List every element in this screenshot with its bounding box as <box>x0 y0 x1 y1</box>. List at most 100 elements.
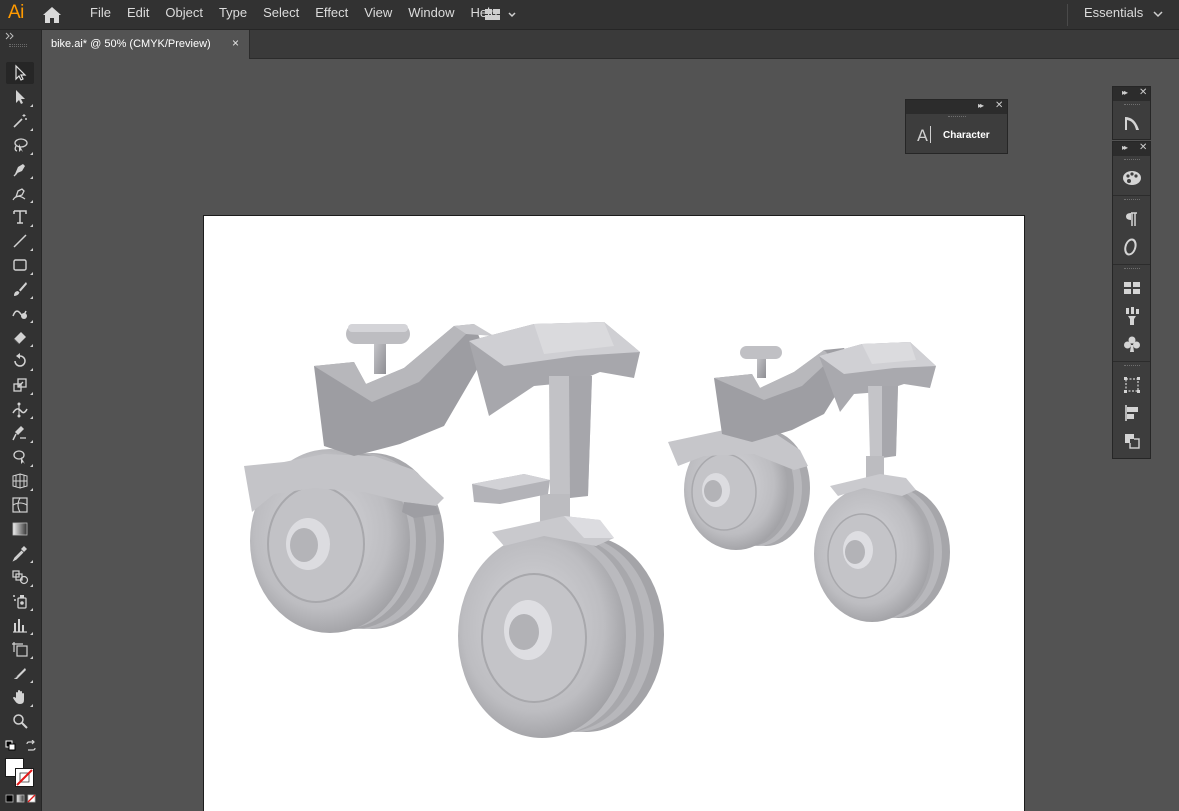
hand-tool[interactable] <box>6 686 34 708</box>
dock-grip[interactable] <box>1124 268 1140 270</box>
swatches-button[interactable] <box>1122 278 1142 298</box>
swap-colors-icon[interactable] <box>25 740 37 752</box>
type-tool[interactable] <box>6 206 34 228</box>
arrange-documents-button[interactable] <box>482 6 522 24</box>
puppet-warp-tool-icon <box>12 426 26 441</box>
symbols-icon <box>1124 336 1140 352</box>
close-icon[interactable]: ✕ <box>1139 142 1147 153</box>
collapse-panel-icon[interactable] <box>5 32 15 40</box>
menu-edit[interactable]: Edit <box>119 0 157 30</box>
menu-effect[interactable]: Effect <box>307 0 356 30</box>
menu-window[interactable]: Window <box>400 0 462 30</box>
close-icon[interactable]: ✕ <box>995 100 1003 111</box>
color-mode-icons[interactable] <box>5 794 37 804</box>
toolbar-grip[interactable] <box>9 44 27 47</box>
curvature-tool-icon <box>12 188 26 201</box>
pen-tool[interactable] <box>6 158 34 180</box>
column-graph-tool-icon <box>13 619 27 633</box>
paragraph-button[interactable] <box>1122 209 1142 229</box>
lasso-tool[interactable] <box>6 134 34 156</box>
direct-selection-tool-icon <box>16 90 25 104</box>
document-tab-title: bike.ai* @ 50% (CMYK/Preview) <box>51 38 211 50</box>
dock-divider <box>1113 361 1150 362</box>
close-icon[interactable]: ✕ <box>1139 87 1147 98</box>
perspective-grid-tool[interactable] <box>6 470 34 492</box>
puppet-warp-tool[interactable] <box>6 422 34 444</box>
dock-header[interactable]: ▸▸ ✕ <box>1113 87 1150 101</box>
align-button[interactable] <box>1122 403 1142 423</box>
workspace-switcher[interactable]: Essentials <box>1078 0 1163 30</box>
character-panel-label[interactable]: Character <box>943 130 990 141</box>
mesh-tool[interactable] <box>6 494 34 516</box>
line-segment-tool[interactable] <box>6 230 34 252</box>
eraser-tool[interactable] <box>6 326 34 348</box>
expand-dock-icon[interactable]: ▸▸ <box>1122 88 1128 97</box>
slice-tool[interactable] <box>6 662 34 684</box>
brushes-icon <box>1126 307 1139 325</box>
paintbrush-tool-icon <box>14 282 27 296</box>
magic-wand-tool[interactable] <box>6 110 34 132</box>
dock-header[interactable]: ▸▸ ✕ <box>1113 142 1150 156</box>
symbols-button[interactable] <box>1122 334 1142 354</box>
rectangle-tool[interactable] <box>6 254 34 276</box>
eraser-tool-icon <box>13 332 26 345</box>
menu-view[interactable]: View <box>356 0 400 30</box>
rotate-tool[interactable] <box>6 350 34 372</box>
character-icon-cursor <box>930 126 931 143</box>
panel-header[interactable]: ▸▸ ✕ <box>906 100 1007 114</box>
shape-builder-tool-icon <box>13 450 25 464</box>
blend-tool[interactable] <box>6 566 34 588</box>
direct-selection-tool[interactable] <box>6 86 34 108</box>
menu-type[interactable]: Type <box>211 0 255 30</box>
stroke-swatch[interactable] <box>15 768 34 787</box>
document-tab[interactable]: bike.ai* @ 50% (CMYK/Preview) × <box>42 30 250 59</box>
appearance-button[interactable] <box>1122 113 1142 133</box>
pathfinder-button[interactable] <box>1122 431 1142 451</box>
gradient-tool[interactable] <box>6 518 34 540</box>
pathfinder-icon <box>1125 434 1140 449</box>
character-icon: A <box>917 126 928 145</box>
dock-grip[interactable] <box>1124 365 1140 367</box>
artboard-tool[interactable] <box>6 638 34 660</box>
transform-button[interactable] <box>1122 375 1142 395</box>
default-colors-icon[interactable] <box>5 740 17 752</box>
scale-tool[interactable] <box>6 374 34 396</box>
shape-builder-tool[interactable] <box>6 446 34 468</box>
document-tab-bar: bike.ai* @ 50% (CMYK/Preview) × <box>42 30 1179 59</box>
color-guide-button[interactable] <box>1122 168 1142 188</box>
align-icon <box>1125 405 1138 421</box>
column-graph-tool[interactable] <box>6 614 34 636</box>
expand-panel-icon[interactable]: ▸▸ <box>978 101 984 110</box>
character-panel[interactable]: ▸▸ ✕ A Character <box>905 99 1008 154</box>
selection-tool[interactable] <box>6 62 34 84</box>
shaper-tool[interactable] <box>6 302 34 324</box>
artboard-tool-icon <box>12 642 28 657</box>
transform-icon <box>1124 377 1140 393</box>
symbol-sprayer-tool-icon <box>13 595 27 609</box>
illustrator-logo: Ai <box>8 2 24 23</box>
expand-dock-icon[interactable]: ▸▸ <box>1122 143 1128 152</box>
close-icon[interactable]: × <box>232 36 239 50</box>
dock-grip[interactable] <box>1124 104 1140 106</box>
brushes-button[interactable] <box>1122 306 1142 326</box>
curvature-tool[interactable] <box>6 182 34 204</box>
opentype-icon <box>1124 238 1137 256</box>
bike-artwork-illustration[interactable] <box>204 216 1025 811</box>
panel-grip[interactable] <box>948 116 966 118</box>
eyedropper-tool[interactable] <box>6 542 34 564</box>
opentype-button[interactable] <box>1122 237 1142 257</box>
symbol-sprayer-tool[interactable] <box>6 590 34 612</box>
paintbrush-tool[interactable] <box>6 278 34 300</box>
line-segment-tool-icon <box>13 234 27 248</box>
home-button[interactable] <box>40 4 64 26</box>
zoom-tool[interactable] <box>6 710 34 732</box>
dock-divider <box>1113 264 1150 265</box>
dock-grip[interactable] <box>1124 159 1140 161</box>
menu-select[interactable]: Select <box>255 0 307 30</box>
menu-object[interactable]: Object <box>157 0 211 30</box>
small-bike-front-wheel <box>814 474 950 622</box>
width-tool[interactable] <box>6 398 34 420</box>
menu-file[interactable]: File <box>82 0 119 30</box>
dock-grip[interactable] <box>1124 199 1140 201</box>
artboard[interactable] <box>203 215 1025 811</box>
